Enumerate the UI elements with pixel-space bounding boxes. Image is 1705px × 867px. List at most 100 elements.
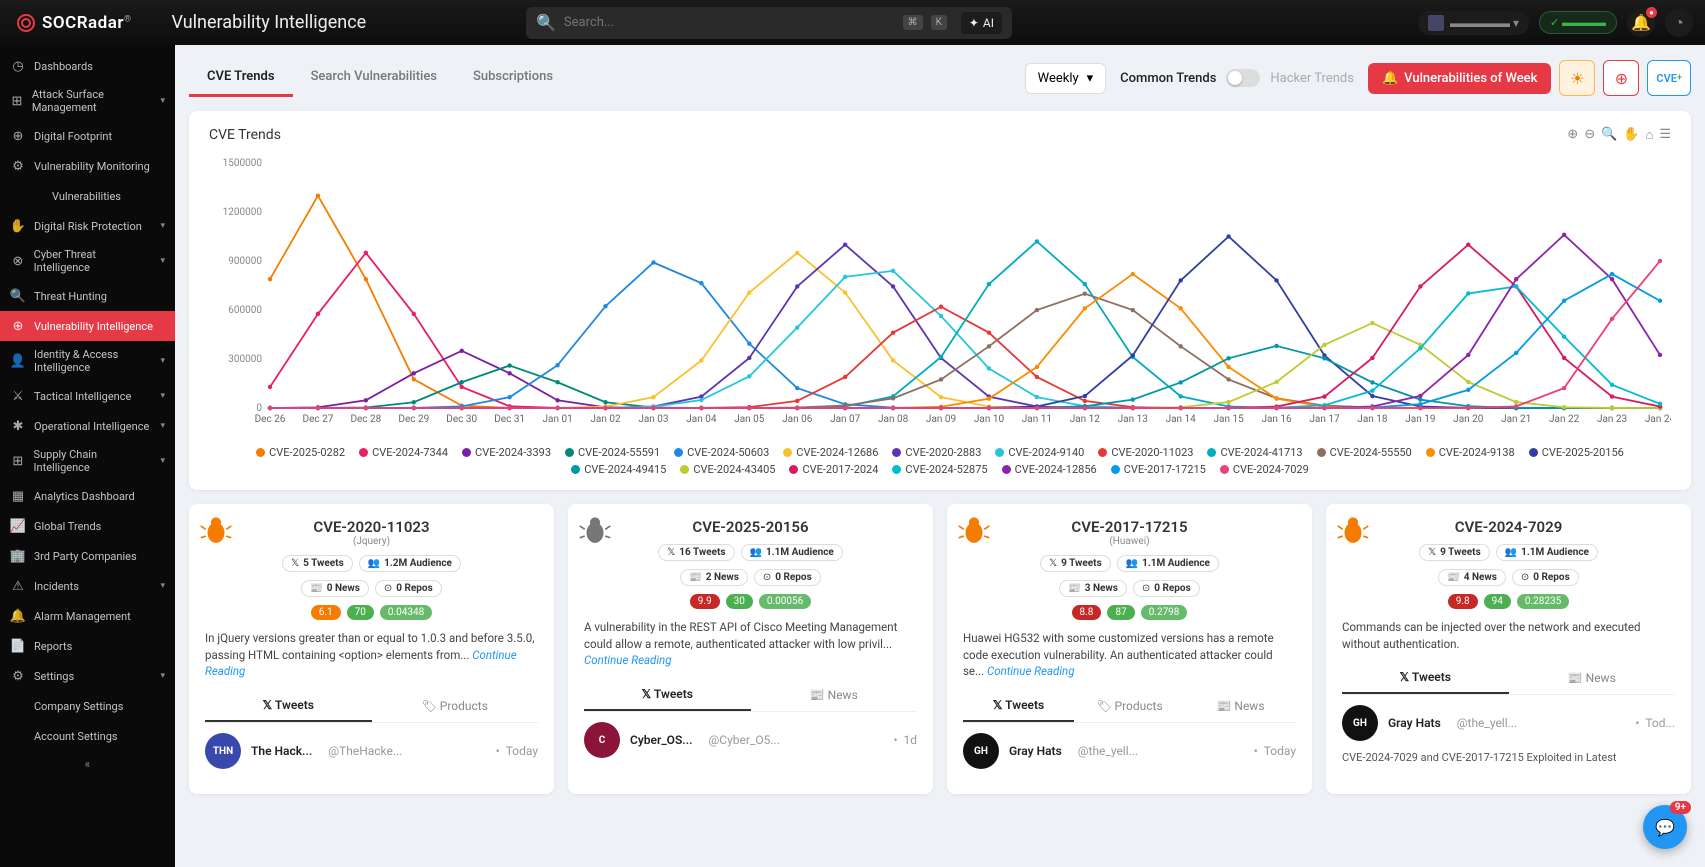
- sidebar-item-tactical-intelligence[interactable]: ⚔Tactical Intelligence▾: [0, 381, 175, 411]
- score1-chip: 8.8: [1072, 605, 1102, 620]
- legend-item[interactable]: CVE-2024-41713: [1207, 446, 1302, 459]
- vulns-of-week-button[interactable]: 🔔Vulnerabilities of Week: [1368, 63, 1551, 94]
- sidebar-item-supply-chain-intelligence[interactable]: ⊞Supply Chain Intelligence▾: [0, 441, 175, 481]
- trial-badge[interactable]: ✓ ▬▬▬▬: [1539, 11, 1617, 34]
- sidebar-item-threat-hunting[interactable]: 🔍Threat Hunting: [0, 281, 175, 311]
- card-tab-tweets[interactable]: 𝕏 Tweets: [963, 690, 1074, 722]
- tweet-handle: @Cyber_O5...: [709, 733, 780, 747]
- period-dropdown[interactable]: Weekly ▾: [1025, 63, 1107, 94]
- tweet-row[interactable]: C Cyber_OS... @Cyber_O5... • 1d: [584, 712, 917, 768]
- legend-item[interactable]: CVE-2024-55550: [1317, 446, 1412, 459]
- pan-icon[interactable]: ✋: [1623, 127, 1639, 143]
- legend-item[interactable]: CVE-2024-9138: [1426, 446, 1515, 459]
- collapse-sidebar[interactable]: «: [0, 751, 175, 777]
- bug-icon: [957, 514, 991, 548]
- sidebar-item-cyber-threat-intelligence[interactable]: ⊗Cyber Threat Intelligence▾: [0, 241, 175, 281]
- ai-button[interactable]: ✦ AI: [961, 12, 1002, 34]
- svg-text:Jan 09: Jan 09: [926, 414, 956, 425]
- continue-reading-link[interactable]: Continue Reading: [987, 664, 1074, 678]
- continue-reading-link[interactable]: Continue Reading: [205, 648, 517, 679]
- top-right-controls: ▬▬▬▬▬ ▾ ✓ ▬▬▬▬ 🔔● ◔: [1418, 9, 1693, 37]
- card-tab-tweets[interactable]: 𝕏 Tweets: [205, 690, 372, 722]
- legend-item[interactable]: CVE-2024-7344: [359, 446, 448, 459]
- sidebar-item-operational-intelligence[interactable]: ✱Operational Intelligence▾: [0, 411, 175, 441]
- card-tab-tweets[interactable]: 𝕏 Tweets: [1342, 662, 1509, 694]
- legend-item[interactable]: CVE-2020-2883: [892, 446, 981, 459]
- legend-item[interactable]: CVE-2025-0282: [256, 446, 345, 459]
- cve-card: CVE-2017-17215 (Huawei) 𝕏 9 Tweets 👥 1.1…: [947, 504, 1312, 794]
- tab-subscriptions[interactable]: Subscriptions: [455, 59, 571, 97]
- sidebar-item-reports[interactable]: 📄Reports: [0, 631, 175, 661]
- card-tab-products[interactable]: 🏷 Products: [372, 690, 539, 722]
- legend-item[interactable]: CVE-2020-11023: [1098, 446, 1193, 459]
- legend-item[interactable]: CVE-2024-3393: [462, 446, 551, 459]
- sidebar-item-attack-surface-management[interactable]: ⊞Attack Surface Management▾: [0, 81, 175, 121]
- score1-chip: 9.9: [690, 594, 720, 609]
- tab-cve-trends[interactable]: CVE Trends: [189, 59, 293, 97]
- card-tab-news[interactable]: 📰 News: [1509, 662, 1676, 694]
- search-zoom-icon[interactable]: 🔍: [1601, 127, 1617, 143]
- legend-item[interactable]: CVE-2024-43405: [680, 463, 775, 476]
- svg-text:Dec 28: Dec 28: [350, 414, 381, 425]
- nav-label: Vulnerability Intelligence: [34, 320, 153, 333]
- sidebar-item-identity-access-intelligence[interactable]: 👤Identity & Access Intelligence▾: [0, 341, 175, 381]
- add-button[interactable]: ⊕: [1603, 60, 1639, 96]
- sidebar-item-company-settings[interactable]: Company Settings: [0, 691, 175, 721]
- card-tab-products[interactable]: 🏷 Products: [1074, 690, 1185, 722]
- legend-item[interactable]: CVE-2024-55591: [565, 446, 660, 459]
- card-tab-news[interactable]: 📰 News: [751, 679, 918, 711]
- legend-item[interactable]: CVE-2024-12686: [783, 446, 878, 459]
- tweet-row[interactable]: GH Gray Hats @the_yell... • Today: [963, 723, 1296, 779]
- sidebar-item-digital-risk-protection[interactable]: ✋Digital Risk Protection▾: [0, 211, 175, 241]
- legend-item[interactable]: CVE-2024-49415: [571, 463, 666, 476]
- legend-item[interactable]: CVE-2024-12856: [1002, 463, 1097, 476]
- toggle-switch[interactable]: [1226, 69, 1260, 87]
- card-tab-news[interactable]: 📰 News: [1185, 690, 1296, 722]
- user-menu[interactable]: ▬▬▬▬▬ ▾: [1418, 11, 1529, 35]
- zoom-in-icon[interactable]: ⊕: [1567, 127, 1578, 143]
- tweet-row[interactable]: GH Gray Hats @the_yell... • Tod...: [1342, 695, 1675, 751]
- sidebar-item-settings[interactable]: ⚙Settings▾: [0, 661, 175, 691]
- zoom-out-icon[interactable]: ⊖: [1584, 127, 1595, 143]
- cve-plus-button[interactable]: CVE+: [1647, 60, 1691, 96]
- search-bar[interactable]: 🔍 ⌘ K ✦ AI: [526, 7, 1012, 39]
- legend-item[interactable]: CVE-2024-7029: [1220, 463, 1309, 476]
- legend-item[interactable]: CVE-2025-20156: [1529, 446, 1624, 459]
- legend-item[interactable]: CVE-2017-2024: [789, 463, 878, 476]
- home-icon[interactable]: ⌂: [1645, 127, 1653, 143]
- sidebar-item-analytics-dashboard[interactable]: ▦Analytics Dashboard: [0, 481, 175, 511]
- sidebar-item-incidents[interactable]: ⚠Incidents▾: [0, 571, 175, 601]
- sidebar-item-vulnerabilities[interactable]: Vulnerabilities: [0, 181, 175, 211]
- sidebar-item-alarm-management[interactable]: 🔔Alarm Management: [0, 601, 175, 631]
- search-input[interactable]: [564, 15, 895, 30]
- sidebar-item-account-settings[interactable]: Account Settings: [0, 721, 175, 751]
- user-avatar-icon[interactable]: ◔: [1665, 9, 1693, 37]
- nav-icon: [10, 698, 26, 714]
- card-tab-tweets[interactable]: 𝕏 Tweets: [584, 679, 751, 711]
- legend-item[interactable]: CVE-2024-9140: [995, 446, 1084, 459]
- chevron-icon: ▾: [160, 421, 165, 431]
- menu-icon[interactable]: ☰: [1659, 127, 1671, 143]
- sidebar-item-global-trends[interactable]: 📈Global Trends: [0, 511, 175, 541]
- sidebar-item-digital-footprint[interactable]: ⊕Digital Footprint: [0, 121, 175, 151]
- legend-item[interactable]: CVE-2017-17215: [1111, 463, 1206, 476]
- sidebar-item-dashboards[interactable]: ◷Dashboards: [0, 51, 175, 81]
- tab-search-vulns[interactable]: Search Vulnerabilities: [293, 59, 455, 97]
- trends-toggle[interactable]: Common Trends Hacker Trends: [1120, 69, 1354, 87]
- legend-item[interactable]: CVE-2024-50603: [674, 446, 769, 459]
- news-chip: 📰 4 News: [1438, 569, 1506, 586]
- sidebar-item-3rd-party-companies[interactable]: 🏢3rd Party Companies: [0, 541, 175, 571]
- nav-label: Vulnerabilities: [52, 190, 121, 203]
- nav-label: Identity & Access Intelligence: [34, 348, 152, 374]
- sun-button[interactable]: ☀: [1559, 60, 1595, 96]
- legend-item[interactable]: CVE-2024-52875: [892, 463, 987, 476]
- sidebar-item-vulnerability-intelligence[interactable]: ⊕Vulnerability Intelligence: [0, 311, 175, 341]
- tweet-row[interactable]: THN The Hack... @TheHacke... • Today: [205, 723, 538, 779]
- tabs-row: CVE Trends Search Vulnerabilities Subscr…: [189, 59, 1691, 97]
- chart-area: 030000060000090000012000001500000Dec 26D…: [209, 153, 1671, 438]
- continue-reading-link[interactable]: Continue Reading: [584, 653, 671, 667]
- notifications-icon[interactable]: 🔔●: [1627, 9, 1655, 37]
- sidebar-item-vulnerability-monitoring[interactable]: ⚙Vulnerability Monitoring: [0, 151, 175, 181]
- help-fab[interactable]: 💬9+: [1643, 805, 1687, 849]
- tweet-avatar: GH: [1342, 705, 1378, 741]
